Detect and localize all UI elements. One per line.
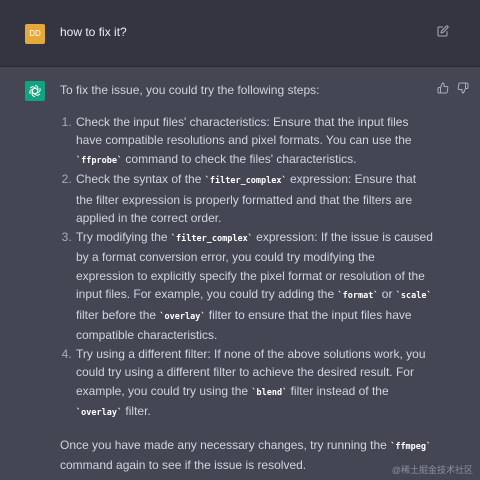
list-item: Try using a different filter: If none of… [75,345,435,423]
watermark: @稀土掘金技术社区 [391,465,473,475]
step-text: or [378,287,396,301]
assistant-message-content: To fix the issue, you could try the foll… [60,81,435,475]
step-text: Check the syntax of the [76,172,205,186]
assistant-avatar [25,81,45,101]
step-text: filter. [122,404,151,418]
step-text: Check the input files' characteristics: … [76,114,412,148]
user-message-block: DD how to fix it? [0,0,480,67]
outro-text-part: Once you have made any necessary changes… [60,437,391,452]
thumb-down-icon[interactable] [457,82,469,94]
step-text: filter before the [76,307,160,322]
inline-code: `overlay` [159,311,206,322]
outro-text-part: command again to see if the issue is res… [60,458,307,472]
step-text: Try modifying the [76,229,171,244]
list-item: Check the input files' characteristics: … [75,113,435,171]
inline-code: `ffprobe` [76,155,123,166]
intro-text: To fix the issue, you could try the foll… [60,83,320,97]
openai-logo-icon [29,84,41,98]
edit-icon[interactable] [437,25,449,37]
inline-code: `ffmpeg` [390,441,432,452]
steps-list: Check the input files' characteristics: … [60,113,435,423]
step-text: command to check the files' characterist… [122,151,357,166]
user-message-text: how to fix it? [60,25,127,39]
outro-text: Once you have made any necessary changes… [60,436,435,475]
list-item: Check the syntax of the `filter_complex`… [75,170,435,228]
list-item: Try modifying the `filter_complex` expre… [75,228,435,345]
inline-code: `format` [337,291,379,301]
user-avatar: DD [25,24,45,44]
thumb-up-icon[interactable] [437,82,449,94]
inline-code: `overlay` [76,408,123,418]
step-text: filter instead of the [287,383,389,398]
inline-code: `scale` [395,291,432,301]
inline-code: `filter_complex` [170,233,253,244]
assistant-message-block: To fix the issue, you could try the foll… [0,67,480,480]
inline-code: `blend` [251,387,288,398]
inline-code: `filter_complex` [204,176,287,186]
